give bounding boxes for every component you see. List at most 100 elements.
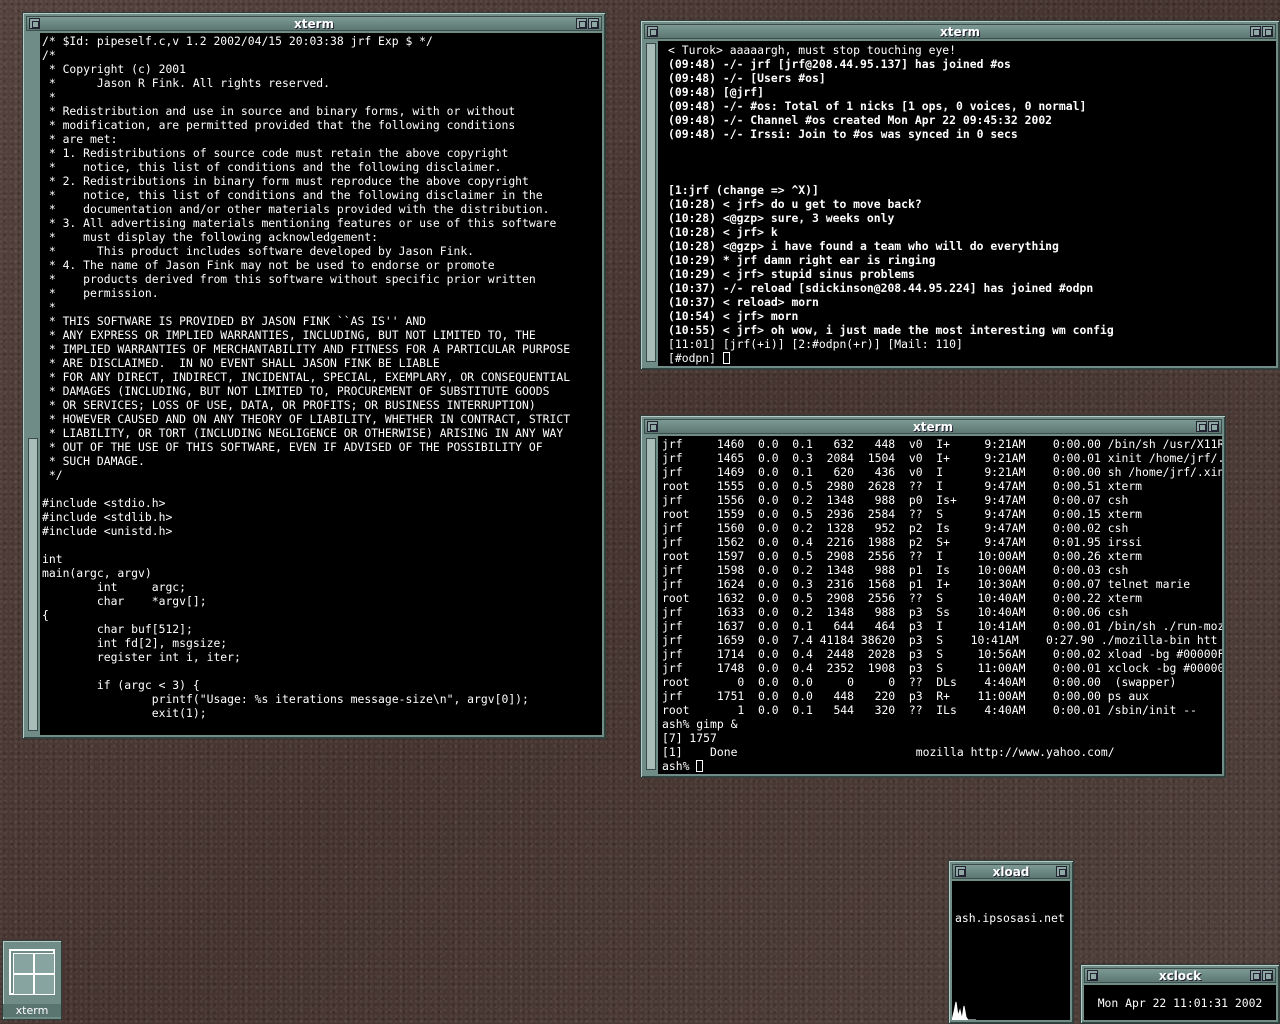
terminal-line: * Redistribution and use in source and b…: [42, 104, 516, 118]
source-scrollbar[interactable]: [26, 33, 40, 735]
irc-terminal[interactable]: < Turok> aaaaargh, must stop touching ey…: [658, 41, 1276, 366]
terminal-line: jrf 1748 0.0 0.4 2352 1908 p3 S 11:00AM …: [662, 661, 1222, 675]
command-prompt[interactable]: [#odpn]: [668, 351, 1276, 365]
icon-label: xterm: [3, 1004, 61, 1017]
terminal-line: [1:jrf (change => ^X)]: [668, 183, 819, 197]
terminal-line: register int i, iter;: [42, 650, 241, 664]
maximize-icon[interactable]: [1056, 866, 1067, 877]
terminal-line: #include <stdio.h>: [42, 496, 166, 510]
scrollbar-thumb[interactable]: [646, 438, 656, 770]
terminal-line: jrf 1469 0.0 0.1 620 436 v0 I 9:21AM 0:0…: [662, 465, 1222, 479]
minimize-icon[interactable]: [576, 18, 587, 29]
terminal-line: (10:28) < jrf> k: [668, 225, 778, 239]
ps-xterm-window[interactable]: xterm jrf 1460 0.0 0.1 632 448 v0 I+ 9:2…: [640, 415, 1226, 778]
xload-graph: ash.ipsosasi.net: [952, 881, 1070, 1020]
scrollbar-thumb[interactable]: [646, 43, 656, 362]
irc-xterm-titlebar[interactable]: xterm: [644, 24, 1276, 39]
terminal-line: */: [42, 468, 63, 482]
window-menu-icon[interactable]: [955, 866, 966, 877]
terminal-line: ash% gimp &: [662, 717, 738, 731]
terminal-line: root 1555 0.0 0.5 2980 2628 ?? I 9:47AM …: [662, 479, 1143, 493]
command-prompt[interactable]: ash%: [662, 759, 1222, 773]
terminal-line: root 1632 0.0 0.5 2908 2556 ?? S 10:40AM…: [662, 591, 1143, 605]
window-menu-icon[interactable]: [647, 421, 658, 432]
window-menu-icon[interactable]: [29, 18, 40, 29]
terminal-line: jrf 1659 0.0 7.4 41184 38620 p3 S 10:41A…: [662, 633, 1218, 647]
terminal-line: *: [42, 90, 56, 104]
terminal-line: main(argc, argv): [42, 566, 152, 580]
terminal-line: jrf 1560 0.0 0.2 1328 952 p2 Is 9:47AM 0…: [662, 521, 1129, 535]
maximize-icon[interactable]: [1262, 970, 1273, 981]
terminal-line: (09:48) -/- Irssi: Join to #os was synce…: [668, 127, 1018, 141]
window-title: xterm: [939, 24, 981, 39]
terminal-line: (09:48) -/- #os: Total of 1 nicks [1 ops…: [668, 99, 1087, 113]
terminal-line: (09:48) -/- jrf [jrf@208.44.95.137] has …: [668, 57, 1011, 71]
terminal-line: (10:28) < jrf> do u get to move back?: [668, 197, 922, 211]
terminal-line: jrf 1751 0.0 0.0 448 220 p3 R+ 11:00AM 0…: [662, 689, 1149, 703]
maximize-icon[interactable]: [588, 18, 599, 29]
terminal-line: [11:01] [jrf(+i)] [2:#odpn(+r)] [Mail: 1…: [668, 337, 963, 351]
prompt-text: ash%: [662, 759, 697, 773]
ps-xterm-titlebar[interactable]: xterm: [644, 419, 1222, 434]
terminal-line: * OR SERVICES; LOSS OF USE, DATA, OR PRO…: [42, 398, 536, 412]
terminal-line: int: [42, 552, 63, 566]
source-terminal[interactable]: /* $Id: pipeself.c,v 1.2 2002/04/15 20:0…: [40, 33, 602, 735]
terminal-line: (10:55) < jrf> oh wow, i just made the m…: [668, 323, 1114, 337]
terminal-line: (10:37) -/- reload [sdickinson@208.44.95…: [668, 281, 1094, 295]
minimize-icon[interactable]: [1196, 421, 1207, 432]
terminal-line: (10:28) <@gzp> sure, 3 weeks only: [668, 211, 895, 225]
window-menu-icon[interactable]: [647, 26, 658, 37]
terminal-line: jrf 1598 0.0 0.2 1348 988 p1 Is 10:00AM …: [662, 563, 1129, 577]
terminal-line: int fd[2], msgsize;: [42, 636, 228, 650]
ps-scrollbar[interactable]: [644, 436, 658, 774]
terminal-line: * DAMAGES (INCLUDING, BUT NOT LIMITED TO…: [42, 384, 550, 398]
xload-window[interactable]: xload ash.ipsosasi.net: [948, 860, 1074, 1024]
maximize-icon[interactable]: [1208, 421, 1219, 432]
terminal-line: exit(1);: [42, 706, 207, 720]
terminal-line: * Jason R Fink. All rights reserved.: [42, 76, 331, 90]
terminal-line: root 0 0.0 0.0 0 0 ?? DLs 4:40AM 0:00.00…: [662, 675, 1177, 689]
terminal-line: * OUT OF THE USE OF THIS SOFTWARE, EVEN …: [42, 440, 543, 454]
irc-xterm-window[interactable]: xterm < Turok> aaaaargh, must stop touch…: [640, 20, 1280, 370]
terminal-line: * IMPLIED WARRANTIES OF MERCHANTABILITY …: [42, 342, 571, 356]
window-icon: [9, 949, 55, 995]
xclock-titlebar[interactable]: xclock: [1084, 968, 1276, 983]
irc-scrollbar[interactable]: [644, 41, 658, 366]
terminal-line: printf("Usage: %s iterations message-siz…: [42, 692, 529, 706]
xload-titlebar[interactable]: xload: [952, 864, 1070, 879]
terminal-line: * This product includes software develop…: [42, 244, 475, 258]
terminal-line: * HOWEVER CAUSED AND ON ANY THEORY OF LI…: [42, 412, 571, 426]
xterm-desktop-icon[interactable]: xterm: [2, 940, 62, 1020]
source-xterm-titlebar[interactable]: xterm: [26, 16, 602, 31]
window-title: xload: [992, 864, 1030, 879]
ps-terminal[interactable]: jrf 1460 0.0 0.1 632 448 v0 I+ 9:21AM 0:…: [658, 436, 1222, 774]
minimize-icon[interactable]: [1250, 26, 1261, 37]
minimize-icon[interactable]: [1250, 970, 1261, 981]
terminal-line: jrf 1624 0.0 0.3 2316 1568 p1 I+ 10:30AM…: [662, 577, 1191, 591]
text-cursor: [696, 760, 704, 772]
terminal-line: * 3. All advertising materials mentionin…: [42, 216, 557, 230]
terminal-line: int argc;: [42, 580, 187, 594]
scrollbar-thumb[interactable]: [28, 438, 38, 731]
terminal-line: jrf 1562 0.0 0.4 2216 1988 p2 S+ 9:47AM …: [662, 535, 1143, 549]
load-line: [952, 1001, 976, 1020]
terminal-line: jrf 1460 0.0 0.1 632 448 v0 I+ 9:21AM 0:…: [662, 437, 1222, 451]
terminal-line: char buf[512];: [42, 622, 193, 636]
maximize-icon[interactable]: [1262, 26, 1273, 37]
terminal-line: /* $Id: pipeself.c,v 1.2 2002/04/15 20:0…: [42, 34, 433, 48]
xclock-display: Mon Apr 22 11:01:31 2002: [1084, 985, 1276, 1020]
xclock-window[interactable]: xclock Mon Apr 22 11:01:31 2002: [1080, 964, 1280, 1024]
terminal-line: * 2. Redistributions in binary form must…: [42, 174, 529, 188]
window-menu-icon[interactable]: [1087, 970, 1098, 981]
terminal-line: if (argc < 3) {: [42, 678, 200, 692]
terminal-line: < Turok> aaaaargh, must stop touching ey…: [668, 43, 957, 57]
terminal-line: (10:37) < reload> morn: [668, 295, 819, 309]
prompt-text: [#odpn]: [668, 351, 723, 365]
source-xterm-window[interactable]: xterm /* $Id: pipeself.c,v 1.2 2002/04/1…: [22, 12, 606, 739]
terminal-line: * documentation and/or other materials p…: [42, 202, 550, 216]
terminal-line: jrf 1637 0.0 0.1 644 464 p3 I 10:41AM 0:…: [662, 619, 1222, 633]
